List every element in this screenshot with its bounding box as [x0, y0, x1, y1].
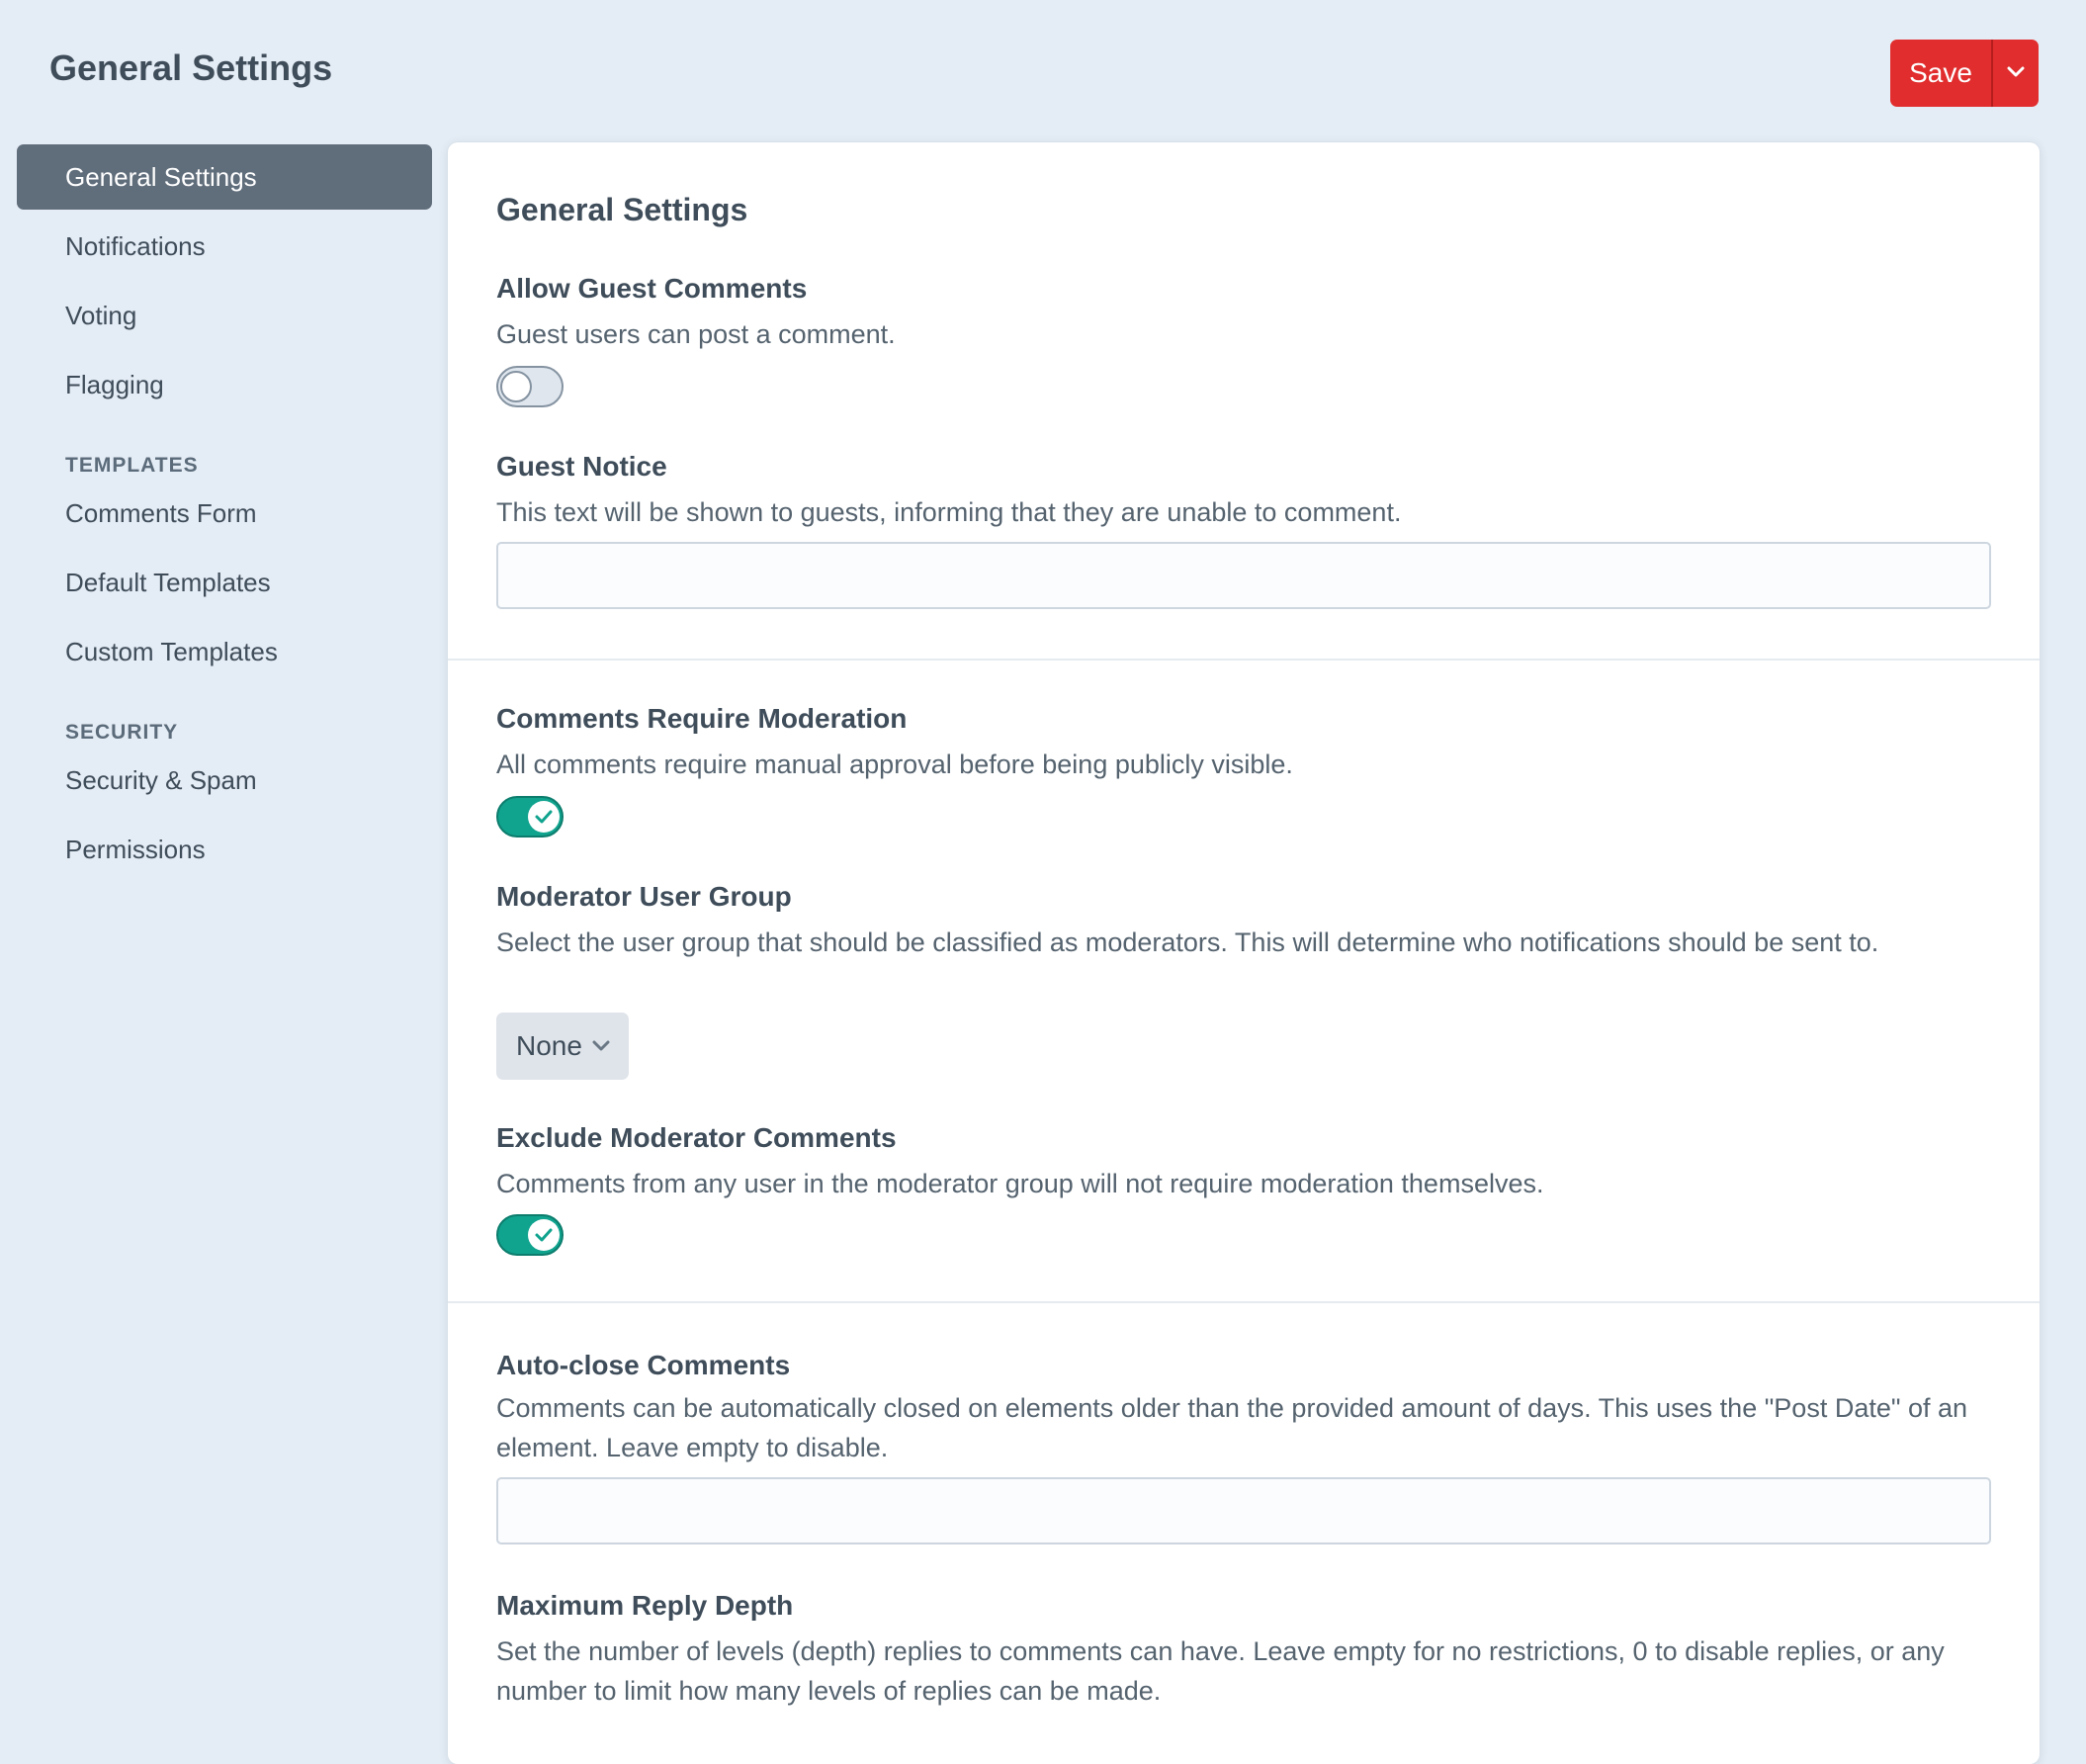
require-moderation-label: Comments Require Moderation — [496, 703, 908, 734]
page-title: General Settings — [49, 47, 333, 88]
chevron-down-icon — [2007, 66, 2025, 81]
sidebar-item-general-settings[interactable]: General Settings — [17, 144, 432, 210]
moderator-group-label: Moderator User Group — [496, 881, 792, 912]
require-moderation-toggle[interactable] — [496, 796, 564, 838]
chevron-down-icon — [592, 1040, 610, 1052]
moderator-group-selected: None — [516, 1030, 582, 1061]
panel-title: General Settings — [496, 192, 748, 227]
guest-notice-description: This text will be shown to guests, infor… — [496, 497, 1402, 527]
allow-guest-comments-description: Guest users can post a comment. — [496, 319, 896, 349]
moderator-group-select[interactable]: None — [496, 1013, 629, 1080]
sidebar-item-custom-templates[interactable]: Custom Templates — [17, 619, 432, 684]
toggle-knob — [500, 371, 532, 402]
sidebar-heading-templates: TEMPLATES — [65, 454, 199, 477]
auto-close-input[interactable] — [496, 1477, 1991, 1544]
check-icon — [535, 810, 553, 824]
allow-guest-comments-label: Allow Guest Comments — [496, 273, 808, 304]
sidebar-item-notifications[interactable]: Notifications — [17, 214, 432, 279]
guest-notice-input[interactable] — [496, 542, 1991, 609]
allow-guest-comments-toggle[interactable] — [496, 366, 564, 407]
sidebar-item-voting[interactable]: Voting — [17, 283, 432, 348]
save-options-button[interactable] — [1993, 40, 2039, 107]
guest-notice-label: Guest Notice — [496, 451, 667, 482]
auto-close-label: Auto-close Comments — [496, 1350, 791, 1380]
exclude-moderator-description: Comments from any user in the moderator … — [496, 1169, 1544, 1198]
save-button[interactable]: Save — [1890, 40, 1991, 107]
sidebar-item-permissions[interactable]: Permissions — [17, 817, 432, 882]
require-moderation-description: All comments require manual approval bef… — [496, 750, 1293, 779]
section-divider — [448, 1301, 2040, 1303]
max-reply-depth-label: Maximum Reply Depth — [496, 1590, 794, 1621]
max-reply-depth-description: Set the number of levels (depth) replies… — [496, 1636, 1945, 1706]
sidebar-item-comments-form[interactable]: Comments Form — [17, 481, 432, 546]
toggle-knob — [528, 1219, 560, 1251]
sidebar: General Settings Notifications Voting Fl… — [17, 144, 432, 886]
check-icon — [535, 1228, 553, 1242]
save-button-group: Save — [1890, 40, 2039, 107]
exclude-moderator-label: Exclude Moderator Comments — [496, 1122, 897, 1153]
exclude-moderator-toggle[interactable] — [496, 1214, 564, 1256]
sidebar-item-default-templates[interactable]: Default Templates — [17, 550, 432, 615]
moderator-group-description: Select the user group that should be cla… — [496, 927, 1879, 957]
sidebar-item-flagging[interactable]: Flagging — [17, 352, 432, 417]
settings-panel: General Settings Allow Guest Comments Gu… — [448, 142, 2040, 1764]
auto-close-description: Comments can be automatically closed on … — [496, 1393, 1967, 1462]
toggle-knob — [528, 801, 560, 833]
section-divider — [448, 659, 2040, 661]
sidebar-item-security-spam[interactable]: Security & Spam — [17, 748, 432, 813]
sidebar-heading-security: SECURITY — [65, 721, 179, 744]
